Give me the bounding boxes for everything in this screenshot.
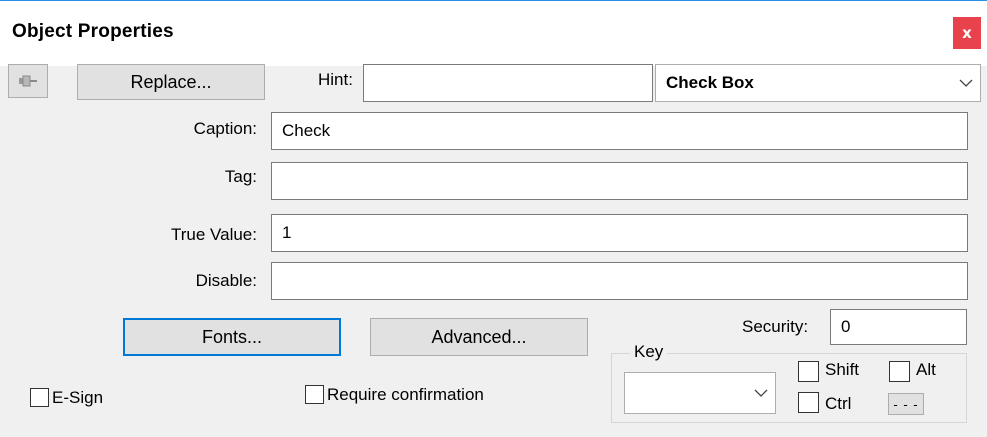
disable-label: Disable: (195, 271, 257, 290)
require-confirmation-checkbox[interactable] (305, 385, 324, 404)
advanced-button[interactable]: Advanced... (370, 318, 588, 356)
title-bar: Object Properties x (0, 0, 987, 66)
close-icon: x (962, 24, 972, 42)
shift-label: Shift (825, 360, 860, 379)
security-label: Security: (742, 317, 809, 336)
pin-button[interactable] (8, 64, 48, 98)
true-value-label: True Value: (171, 225, 257, 244)
security-input[interactable]: 0 (830, 309, 967, 345)
fonts-button-label: Fonts... (201, 326, 263, 347)
hint-input[interactable] (363, 64, 653, 102)
shift-checkbox[interactable] (798, 361, 819, 382)
tag-input[interactable] (271, 162, 968, 200)
true-value-input[interactable]: 1 (271, 214, 968, 252)
ctrl-label: Ctrl (825, 394, 852, 413)
tag-label: Tag: (224, 167, 257, 186)
key-more-button[interactable]: - - - (888, 393, 924, 415)
pushpin-icon (19, 75, 37, 87)
key-group-legend: Key (630, 342, 668, 362)
advanced-button-label: Advanced... (431, 326, 527, 347)
esign-checkbox[interactable] (30, 388, 49, 407)
caption-input[interactable]: Check (271, 112, 968, 150)
object-type-value: Check Box (666, 73, 754, 92)
replace-button[interactable]: Replace... (77, 64, 265, 100)
key-select[interactable] (624, 372, 776, 414)
fonts-button[interactable]: Fonts... (123, 318, 341, 356)
window-title: Object Properties (12, 21, 174, 42)
ctrl-checkbox[interactable] (798, 392, 819, 413)
alt-checkbox[interactable] (889, 361, 910, 382)
require-confirmation-label: Require confirmation (327, 385, 484, 404)
chevron-down-icon (751, 373, 771, 413)
replace-button-label: Replace... (130, 71, 212, 92)
chevron-down-icon (952, 65, 980, 101)
esign-label: E-Sign (52, 388, 104, 407)
caption-label: Caption: (193, 119, 257, 138)
alt-label: Alt (916, 360, 936, 379)
hint-label: Hint: (318, 70, 353, 89)
close-button[interactable]: x (953, 17, 981, 49)
object-type-select[interactable]: Check Box (655, 64, 981, 102)
disable-input[interactable] (271, 262, 968, 300)
